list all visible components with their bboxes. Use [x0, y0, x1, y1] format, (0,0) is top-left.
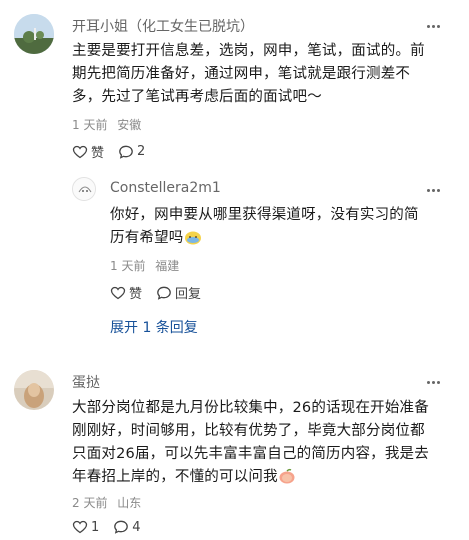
comment-username[interactable]: 蛋挞	[72, 372, 100, 392]
reply-time: 1 天前	[110, 259, 146, 273]
avatar[interactable]	[14, 14, 54, 54]
reply-label: 回复	[175, 287, 202, 302]
reply-username[interactable]: Constellera2m1	[110, 180, 221, 196]
comment-line: 只面对26届，可以先丰富丰富自己的简历内容，我是去	[72, 446, 429, 462]
comment-line: 年春招上岸的，不懂的可以问我	[72, 466, 429, 489]
comment-location: 安徽	[117, 118, 142, 132]
reply-button[interactable]: 回复	[156, 283, 201, 302]
reply-button[interactable]: 4	[113, 519, 141, 535]
like-button[interactable]: 赞	[72, 142, 104, 161]
heart-icon	[72, 145, 88, 158]
avatar[interactable]	[72, 177, 96, 201]
comment-time: 1 天前	[72, 118, 108, 132]
comment-line: 大部分岗位都是九月份比较集中，26的话现在开始准备	[72, 400, 429, 416]
comment-line-text: 年春招上岸的，不懂的可以问我	[72, 469, 278, 485]
comment-meta: 1 天前 安徽	[72, 116, 141, 133]
comment-line: 期先把简历准备好，通过网申，笔试就是跟行测差不	[72, 66, 411, 82]
like-count: 1	[91, 519, 100, 535]
speech-bubble-icon	[114, 520, 129, 534]
reply-meta: 1 天前 福建	[110, 257, 179, 274]
more-options-icon[interactable]	[425, 18, 441, 34]
comment-content: 大部分岗位都是九月份比较集中，26的话现在开始准备 刚刚好，时间够用，比较有优势…	[72, 397, 429, 489]
comment-username[interactable]: 开耳小姐（化工女生已脱坑）	[72, 16, 254, 36]
reply-content: 你好，网申要从哪里获得渠道呀，没有实习的简 历有希望吗	[110, 204, 419, 250]
reply-button[interactable]: 2	[118, 144, 145, 160]
heart-icon	[110, 286, 126, 299]
comment-actions: 赞 2	[72, 142, 159, 161]
like-label: 赞	[129, 287, 143, 302]
expand-replies-link[interactable]: 展开 1 条回复	[110, 317, 198, 337]
reply-line: 你好，网申要从哪里获得渠道呀，没有实习的简	[110, 207, 419, 223]
comment-line: 主要是要打开信息差，选岗，网申，笔试，面试的。前	[72, 43, 425, 59]
reply-location: 福建	[155, 259, 180, 273]
speech-bubble-icon	[157, 286, 171, 300]
comment-location: 山东	[117, 496, 142, 510]
like-button[interactable]: 1	[72, 519, 99, 535]
avatar-image	[14, 14, 54, 54]
comment-meta: 2 天前 山东	[72, 494, 141, 511]
comment-content: 主要是要打开信息差，选岗，网申，笔试，面试的。前 期先把简历准备好，通过网申，笔…	[72, 40, 425, 109]
reply-count: 2	[137, 144, 146, 159]
heart-icon	[72, 520, 88, 534]
reply-actions: 赞 回复	[110, 283, 215, 302]
sweat-emoji-icon	[184, 231, 201, 245]
comment-line: 多，先过了笔试再考虑后面的面试吧～	[72, 89, 322, 105]
reply-count: 4	[132, 519, 141, 535]
comment-line: 刚刚好，时间够用，比较有优势了，毕竟大部分岗位都	[72, 423, 425, 439]
speech-bubble-icon	[119, 145, 133, 159]
more-options-icon[interactable]	[425, 182, 441, 198]
avatar[interactable]	[14, 370, 54, 410]
like-label: 赞	[91, 146, 105, 161]
reply-line-text: 历有希望吗	[110, 230, 184, 246]
more-options-icon[interactable]	[425, 374, 441, 390]
reply-line: 历有希望吗	[110, 227, 419, 250]
avatar-image	[14, 370, 54, 410]
avatar-image	[73, 178, 95, 200]
like-button[interactable]: 赞	[110, 283, 142, 302]
comment-actions: 1 4	[72, 519, 155, 535]
peach-emoji-icon	[279, 468, 295, 484]
comment-time: 2 天前	[72, 496, 108, 510]
